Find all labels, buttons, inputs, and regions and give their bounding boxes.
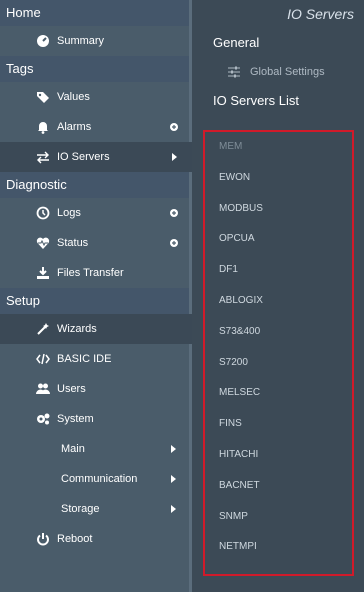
io-servers-list-heading: IO Servers List xyxy=(213,93,299,108)
sidebar-item-label: Alarms xyxy=(57,121,92,133)
sidebar-item-label: Users xyxy=(57,383,86,395)
sidebar-item-basic-ide[interactable]: BASIC IDE xyxy=(0,344,192,374)
tag-icon xyxy=(37,92,49,103)
sidebar-item-label: Logs xyxy=(57,207,81,219)
sidebar-item-users[interactable]: Users xyxy=(0,374,192,404)
sidebar-item-system[interactable]: System xyxy=(0,404,192,434)
sidebar-item-logs[interactable]: Logs xyxy=(0,198,192,228)
io-server-hitachi[interactable]: HITACHI xyxy=(205,440,352,471)
history-icon xyxy=(36,206,50,220)
expand-plus-icon[interactable] xyxy=(170,239,178,247)
sidebar-subitem-storage[interactable]: Storage xyxy=(0,494,192,524)
sidebar-item-alarms[interactable]: Alarms xyxy=(0,112,192,142)
io-server-snmp[interactable]: SNMP xyxy=(205,502,352,533)
io-server-fins[interactable]: FINS xyxy=(205,409,352,440)
io-server-ewon[interactable]: EWON xyxy=(205,163,352,194)
io-server-s73-400[interactable]: S73&400 xyxy=(205,317,352,348)
io-server-ablogix[interactable]: ABLOGIX xyxy=(205,286,352,317)
sidebar-subitem-main[interactable]: Main xyxy=(0,434,192,464)
sidebar-item-label: Status xyxy=(57,237,89,249)
heartbeat-icon xyxy=(36,237,50,249)
sidebar-item-summary[interactable]: Summary xyxy=(0,26,192,56)
code-icon xyxy=(36,353,50,365)
users-icon xyxy=(36,383,50,394)
sidebar: Home Summary Tags Values Alarms IO Serve… xyxy=(0,0,192,592)
sidebar-item-label: Values xyxy=(57,91,90,103)
io-server-opcua[interactable]: OPCUA xyxy=(205,224,352,255)
magic-wand-icon xyxy=(37,323,49,335)
chevron-right-icon xyxy=(171,445,176,453)
download-icon xyxy=(37,267,49,279)
general-heading: General xyxy=(213,35,260,50)
sidebar-subitem-label: Communication xyxy=(61,473,138,485)
page-title: IO Servers xyxy=(287,6,354,22)
sidebar-item-values[interactable]: Values xyxy=(0,82,192,112)
sidebar-subitem-label: Storage xyxy=(61,503,100,515)
sidebar-item-label: System xyxy=(57,413,94,425)
gears-icon xyxy=(37,413,50,425)
sidebar-item-label: Wizards xyxy=(57,323,97,335)
io-servers-list: MEM EWON MODBUS OPCUA DF1 ABLOGIX S73&40… xyxy=(203,130,354,576)
io-server-netmpi[interactable]: NETMPI xyxy=(205,532,352,563)
power-icon xyxy=(37,533,49,546)
sidebar-item-label: BASIC IDE xyxy=(57,353,112,365)
sidebar-item-label: Reboot xyxy=(57,533,93,545)
section-tags: Tags xyxy=(0,56,192,82)
gauge-icon xyxy=(37,35,49,47)
sidebar-item-wizards[interactable]: Wizards xyxy=(0,314,192,344)
io-server-melsec[interactable]: MELSEC xyxy=(205,378,352,409)
exchange-arrows-icon xyxy=(37,151,49,164)
sidebar-item-reboot[interactable]: Reboot xyxy=(0,524,192,554)
sliders-icon xyxy=(228,66,240,78)
global-settings-link[interactable]: Global Settings xyxy=(192,56,364,88)
sidebar-subitem-label: Main xyxy=(61,443,85,455)
io-server-s7200[interactable]: S7200 xyxy=(205,348,352,379)
section-home: Home xyxy=(0,0,192,26)
sidebar-item-label: Summary xyxy=(57,35,105,47)
io-server-bacnet[interactable]: BACNET xyxy=(205,471,352,502)
section-setup: Setup xyxy=(0,288,192,314)
section-diagnostic: Diagnostic xyxy=(0,172,192,198)
io-server-modbus[interactable]: MODBUS xyxy=(205,194,352,225)
global-settings-label: Global Settings xyxy=(250,66,325,78)
chevron-right-icon xyxy=(171,505,176,513)
io-server-df1[interactable]: DF1 xyxy=(205,255,352,286)
io-server-mem[interactable]: MEM xyxy=(205,132,352,163)
sidebar-item-label: IO Servers xyxy=(57,151,110,163)
sidebar-subitem-communication[interactable]: Communication xyxy=(0,464,192,494)
sidebar-item-status[interactable]: Status xyxy=(0,228,192,258)
chevron-right-icon xyxy=(172,153,177,161)
expand-plus-icon[interactable] xyxy=(170,123,178,131)
chevron-right-icon xyxy=(171,475,176,483)
bell-icon xyxy=(38,122,48,134)
sidebar-item-files-transfer[interactable]: Files Transfer xyxy=(0,258,192,288)
sidebar-item-io-servers[interactable]: IO Servers xyxy=(0,142,192,172)
sidebar-item-label: Files Transfer xyxy=(57,267,124,279)
expand-plus-icon[interactable] xyxy=(170,209,178,217)
